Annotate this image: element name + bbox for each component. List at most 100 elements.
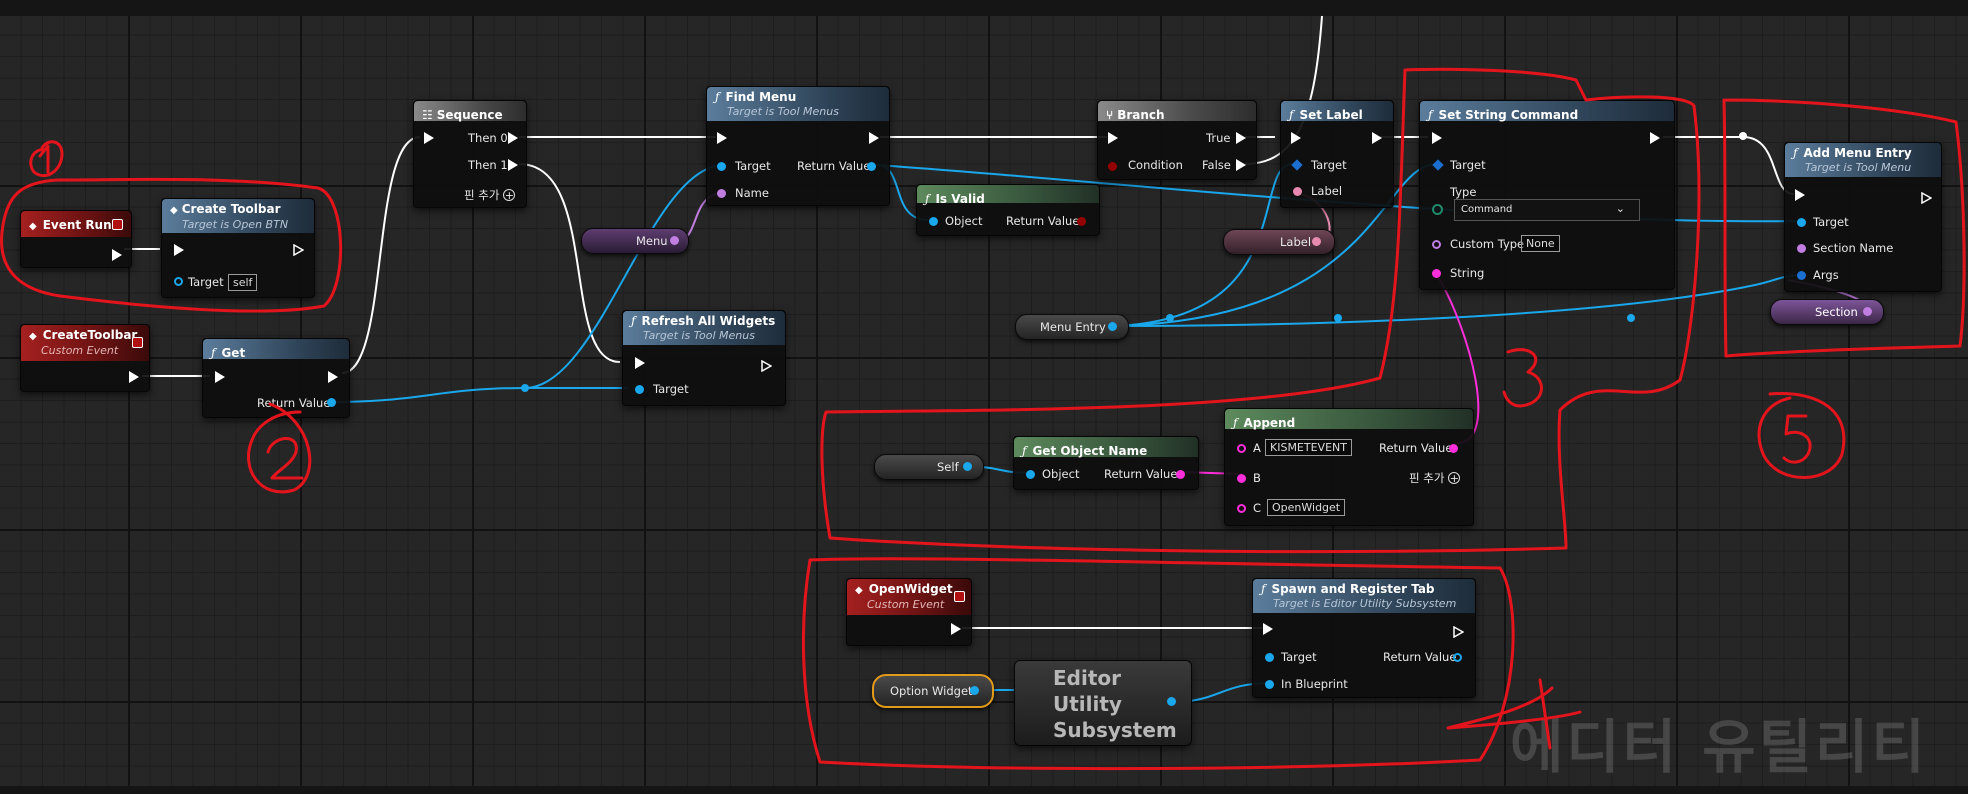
- event-delegate-icon[interactable]: [954, 591, 965, 602]
- get-title: Get: [221, 346, 246, 360]
- object-pin[interactable]: [1026, 470, 1035, 479]
- exec-out-pin[interactable]: [869, 132, 879, 144]
- return-value-pin[interactable]: [1176, 470, 1185, 479]
- exec-in-pin[interactable]: [1108, 132, 1118, 144]
- target-label: Target: [1311, 158, 1347, 172]
- refresh-all-widgets-node[interactable]: ƒ Refresh All Widgets Target is Tool Menu…: [622, 310, 786, 406]
- exec-in-pin[interactable]: [215, 371, 225, 383]
- append-node[interactable]: ƒ Append A KISMETEVENT Return Value B 핀 추…: [1224, 408, 1474, 526]
- set-label-title: Set Label: [1299, 108, 1363, 122]
- return-value-pin[interactable]: [1077, 217, 1086, 226]
- exec-in-pin[interactable]: [635, 357, 645, 369]
- args-label: Args: [1813, 268, 1839, 282]
- exec-out-pin[interactable]: [293, 244, 304, 256]
- type-dropdown[interactable]: Command ⌄: [1454, 199, 1640, 221]
- open-widget-event-node[interactable]: ◆ OpenWidget Custom Event: [846, 578, 972, 646]
- target-pin[interactable]: [1797, 218, 1806, 227]
- a-pin[interactable]: [1237, 444, 1246, 453]
- true-pin[interactable]: [1236, 132, 1246, 144]
- exec-out-pin[interactable]: [1921, 189, 1933, 205]
- add-pin-button[interactable]: 핀 추가 +: [1409, 471, 1461, 485]
- exec-out-pin[interactable]: [1453, 623, 1465, 639]
- option-widget-variable-pin[interactable]: [970, 686, 979, 695]
- exec-out-pin[interactable]: [761, 357, 773, 373]
- exec-in-pin[interactable]: [1263, 623, 1273, 635]
- event-delegate-icon[interactable]: [132, 337, 143, 348]
- get-node[interactable]: ƒ Get Return Value: [202, 338, 350, 418]
- set-label-node[interactable]: ƒ Set Label Target Label: [1280, 100, 1394, 208]
- exec-out-pin[interactable]: [129, 371, 139, 383]
- event-delegate-icon[interactable]: [112, 219, 123, 230]
- target-pin[interactable]: [635, 385, 644, 394]
- type-pin[interactable]: [1432, 204, 1443, 215]
- exec-in-pin[interactable]: [1291, 132, 1301, 144]
- menu-entry-variable[interactable]: Menu Entry: [1015, 314, 1129, 340]
- get-object-name-node[interactable]: ƒ Get Object Name Object Return Value: [1013, 436, 1199, 490]
- section-name-pin[interactable]: [1797, 244, 1806, 253]
- section-variable[interactable]: Section: [1770, 299, 1884, 325]
- name-pin[interactable]: [717, 189, 726, 198]
- false-pin[interactable]: [1236, 159, 1246, 171]
- condition-pin[interactable]: [1108, 162, 1117, 171]
- exec-in-pin[interactable]: [1795, 189, 1805, 201]
- menu-variable[interactable]: Menu: [581, 228, 689, 254]
- target-pin[interactable]: [1265, 653, 1274, 662]
- self-variable-pin[interactable]: [963, 462, 972, 471]
- menu-entry-variable-pin[interactable]: [1108, 322, 1117, 331]
- in-blueprint-pin[interactable]: [1265, 680, 1274, 689]
- then-0-pin[interactable]: [508, 132, 518, 144]
- create-toolbar-node[interactable]: ◆ Create Toolbar Target is Open BTN Targe…: [161, 198, 315, 298]
- exec-in-pin[interactable]: [424, 132, 434, 144]
- spawn-register-tab-node[interactable]: ƒ Spawn and Register Tab Target is Editor…: [1252, 578, 1476, 698]
- target-label: Target: [1813, 215, 1849, 229]
- object-pin[interactable]: [929, 217, 938, 226]
- set-string-command-node[interactable]: ƒ Set String Command Target Type Command …: [1419, 100, 1675, 290]
- add-menu-entry-node[interactable]: ƒ Add Menu Entry Target is Tool Menu Targ…: [1784, 142, 1942, 292]
- a-value-field[interactable]: KISMETEVENT: [1265, 439, 1352, 456]
- add-pin-button[interactable]: 핀 추가 +: [464, 188, 516, 202]
- c-value-field[interactable]: OpenWidget: [1267, 499, 1346, 516]
- exec-in-pin[interactable]: [1432, 132, 1442, 144]
- custom-type-pin[interactable]: [1432, 240, 1441, 249]
- return-value-pin[interactable]: [327, 398, 336, 407]
- c-pin[interactable]: [1237, 504, 1246, 513]
- return-value-pin[interactable]: [867, 162, 876, 171]
- label-variable[interactable]: Label: [1223, 229, 1335, 255]
- menu-variable-pin[interactable]: [670, 236, 679, 245]
- section-variable-pin[interactable]: [1863, 307, 1872, 316]
- custom-type-field[interactable]: None: [1521, 235, 1560, 252]
- target-pin[interactable]: [1291, 159, 1303, 171]
- then-1-pin[interactable]: [508, 159, 518, 171]
- label-pin[interactable]: [1293, 187, 1302, 196]
- target-pin[interactable]: [717, 162, 726, 171]
- b-pin[interactable]: [1237, 474, 1246, 483]
- return-value-pin[interactable]: [1453, 653, 1462, 662]
- target-pin[interactable]: [1432, 159, 1444, 171]
- branch-node[interactable]: ⑂ Branch True Condition False: [1097, 100, 1257, 180]
- type-dropdown-value: Command: [1461, 204, 1513, 215]
- is-valid-node[interactable]: ƒ Is Valid Object Return Value: [916, 184, 1100, 236]
- self-variable[interactable]: Self: [874, 454, 984, 480]
- exec-out-pin[interactable]: [1372, 132, 1382, 144]
- exec-in-pin[interactable]: [717, 132, 727, 144]
- exec-out-pin[interactable]: [951, 623, 961, 635]
- sequence-node[interactable]: ☷ Sequence Then 0 Then 1 핀 추가 +: [413, 100, 527, 208]
- label-variable-pin[interactable]: [1312, 237, 1321, 246]
- target-value-field[interactable]: self: [228, 274, 258, 291]
- exec-in-pin[interactable]: [174, 244, 184, 256]
- subsystem-out-pin[interactable]: [1167, 697, 1176, 706]
- spawn-register-tab-subtitle: Target is Editor Utility Subsystem: [1273, 597, 1457, 610]
- create-toolbar-event-node[interactable]: ◆ CreateToolbar Custom Event: [20, 324, 150, 392]
- add-menu-entry-title: Add Menu Entry: [1803, 146, 1912, 160]
- exec-out-pin[interactable]: [112, 249, 122, 261]
- args-pin[interactable]: [1797, 271, 1806, 280]
- string-pin[interactable]: [1432, 269, 1441, 278]
- find-menu-node[interactable]: ƒ Find Menu Target is Tool Menus Target R…: [706, 86, 890, 206]
- event-run-node[interactable]: ◆ Event Run: [20, 210, 132, 268]
- return-value-pin[interactable]: [1449, 444, 1458, 453]
- exec-out-pin[interactable]: [328, 371, 338, 383]
- editor-utility-subsystem-node[interactable]: Editor Utility Subsystem: [1014, 660, 1192, 746]
- target-pin[interactable]: [174, 277, 183, 286]
- exec-out-pin[interactable]: [1650, 132, 1660, 144]
- option-widget-variable[interactable]: Option Widget: [872, 674, 994, 708]
